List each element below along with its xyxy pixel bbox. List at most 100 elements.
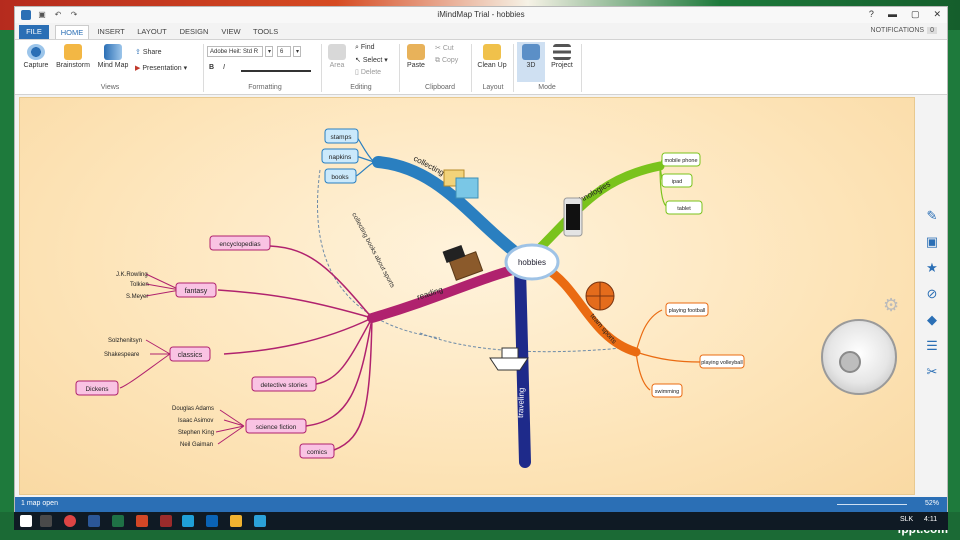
capture-button[interactable]: Capture	[19, 44, 53, 69]
central-topic-label: hobbies	[518, 258, 546, 267]
tab-design[interactable]: DESIGN	[175, 25, 213, 39]
area-label: Area	[329, 62, 345, 69]
search-icon[interactable]	[40, 515, 52, 527]
capture-icon	[27, 44, 45, 60]
cut-tool-icon[interactable]: ✂	[923, 363, 941, 381]
topic-label: detective stories	[261, 382, 309, 389]
topic-label: napkins	[329, 154, 352, 161]
pdf-icon[interactable]	[160, 515, 172, 527]
store-icon[interactable]	[206, 515, 218, 527]
navigation-knob[interactable]	[839, 351, 861, 373]
presentation-label: Presentation ▾	[142, 65, 188, 72]
project-icon	[553, 44, 571, 60]
line-style-icon[interactable]	[241, 62, 311, 72]
help-button[interactable]: ?	[869, 9, 874, 20]
author-label: Shakespeare	[104, 352, 140, 358]
cut-button[interactable]: ✂ Cut	[435, 44, 454, 52]
share-button[interactable]: ⇪ Share	[135, 48, 162, 56]
tab-tools[interactable]: TOOLS	[249, 25, 281, 39]
notifications-label: NOTIFICATIONS	[870, 27, 925, 34]
area-button[interactable]: Area	[325, 44, 349, 69]
size-dropdown-icon[interactable]: ▾	[293, 46, 301, 57]
stamp-image[interactable]	[455, 177, 479, 199]
chrome-icon[interactable]	[64, 515, 76, 527]
tab-view[interactable]: VIEW	[217, 25, 245, 39]
clock[interactable]: 4:11	[924, 516, 937, 523]
mindmap-button[interactable]: Mind Map	[95, 44, 131, 69]
branch-technologies[interactable]	[535, 161, 665, 253]
delete-button[interactable]: ▯ Delete	[355, 68, 381, 76]
settings-gear-icon[interactable]: ⚙	[883, 295, 903, 315]
project-mode-button[interactable]: Project	[547, 44, 577, 69]
topic-label: comics	[307, 449, 328, 456]
imindmap-taskbar-icon[interactable]	[254, 515, 266, 527]
pencil-icon[interactable]: ✎	[923, 207, 941, 225]
font-size-select[interactable]: 6	[277, 46, 291, 57]
bold-icon[interactable]: B	[209, 64, 214, 71]
mindmap-icon	[104, 44, 122, 60]
tab-home[interactable]: HOME	[55, 25, 89, 39]
close-button[interactable]: ✕	[933, 9, 941, 20]
cleanup-button[interactable]: Clean Up	[475, 44, 509, 69]
ribbon-separator	[471, 44, 472, 92]
ribbon-separator	[581, 44, 582, 92]
topic-label: classics	[178, 352, 203, 359]
start-icon[interactable]	[20, 515, 32, 527]
branch-sports[interactable]	[540, 263, 641, 357]
author-label: Solzhenitsyn	[108, 338, 142, 344]
word-icon[interactable]	[88, 515, 100, 527]
font-dropdown-icon[interactable]: ▾	[265, 46, 273, 57]
cleanup-icon	[483, 44, 501, 60]
topic-label: playing football	[669, 308, 706, 314]
powerpoint-icon[interactable]	[136, 515, 148, 527]
find-button[interactable]: ⌕ Find	[355, 44, 375, 52]
files-icon[interactable]	[230, 515, 242, 527]
select-button[interactable]: ↖ Select ▾	[355, 56, 388, 64]
find-icon: ⌕	[355, 44, 359, 51]
views-group-label: Views	[100, 84, 120, 91]
paste-button[interactable]: Paste	[403, 44, 429, 69]
brainstorm-button[interactable]: Brainstorm	[53, 44, 93, 69]
font-family-select[interactable]: Adobe Heit: Std R	[207, 46, 263, 57]
slide-right-band	[946, 30, 960, 510]
topic-label: ipad	[672, 179, 682, 185]
excel-icon[interactable]	[112, 515, 124, 527]
relationship-label: collecting books about sports	[350, 212, 396, 290]
tab-file[interactable]: FILE	[19, 25, 49, 39]
presentation-button[interactable]: ▶ Presentation ▾	[135, 64, 187, 72]
taskbar: SLK 4:11	[14, 512, 948, 530]
formatting-group-label: Formatting	[248, 84, 282, 91]
copy-icon: ⧉	[435, 57, 440, 64]
star-icon[interactable]: ★	[923, 259, 941, 277]
attachment-icon[interactable]: ⊘	[923, 285, 941, 303]
tab-insert[interactable]: INSERT	[93, 25, 129, 39]
shapes-icon[interactable]: ◆	[923, 311, 941, 329]
image-icon[interactable]: ▣	[923, 233, 941, 251]
mindmap-canvas[interactable]: traveling collecting technologies readin…	[19, 97, 915, 495]
find-label: Find	[360, 44, 375, 51]
navigation-pad[interactable]	[821, 319, 897, 395]
title-bar: ▣ ↶ ↷ iMindMap Trial - hobbies ? ▬ ▢ ✕	[15, 7, 947, 23]
capture-label: Capture	[23, 62, 49, 69]
topic-label: stamps	[331, 134, 353, 141]
minimize-button[interactable]: ▬	[888, 9, 897, 20]
branch-reading[interactable]	[367, 263, 525, 323]
italic-icon[interactable]: I	[223, 64, 225, 71]
zoom-slider[interactable]	[837, 504, 907, 505]
list-icon[interactable]: ☰	[923, 337, 941, 355]
notifications[interactable]: NOTIFICATIONS 0	[871, 27, 937, 34]
ribbon-separator	[399, 44, 400, 92]
mode-group-label: Mode	[538, 84, 556, 91]
app-window: ▣ ↶ ↷ iMindMap Trial - hobbies ? ▬ ▢ ✕ F…	[14, 6, 948, 512]
3d-mode-button[interactable]: 3D	[517, 42, 545, 82]
layout-group-label: Layout	[482, 84, 504, 91]
copy-button[interactable]: ⧉ Copy	[435, 57, 458, 65]
maximize-button[interactable]: ▢	[911, 9, 920, 20]
tab-layout[interactable]: LAYOUT	[133, 25, 171, 39]
mindmap-drawing: traveling collecting technologies readin…	[75, 128, 745, 468]
delete-label: Delete	[360, 69, 382, 76]
topic-label: science fiction	[256, 424, 297, 431]
keyboard-language[interactable]: SLK	[900, 516, 913, 523]
right-toolbar: ✎ ▣ ★ ⊘ ◆ ☰ ✂	[917, 97, 947, 495]
skype-icon[interactable]	[182, 515, 194, 527]
